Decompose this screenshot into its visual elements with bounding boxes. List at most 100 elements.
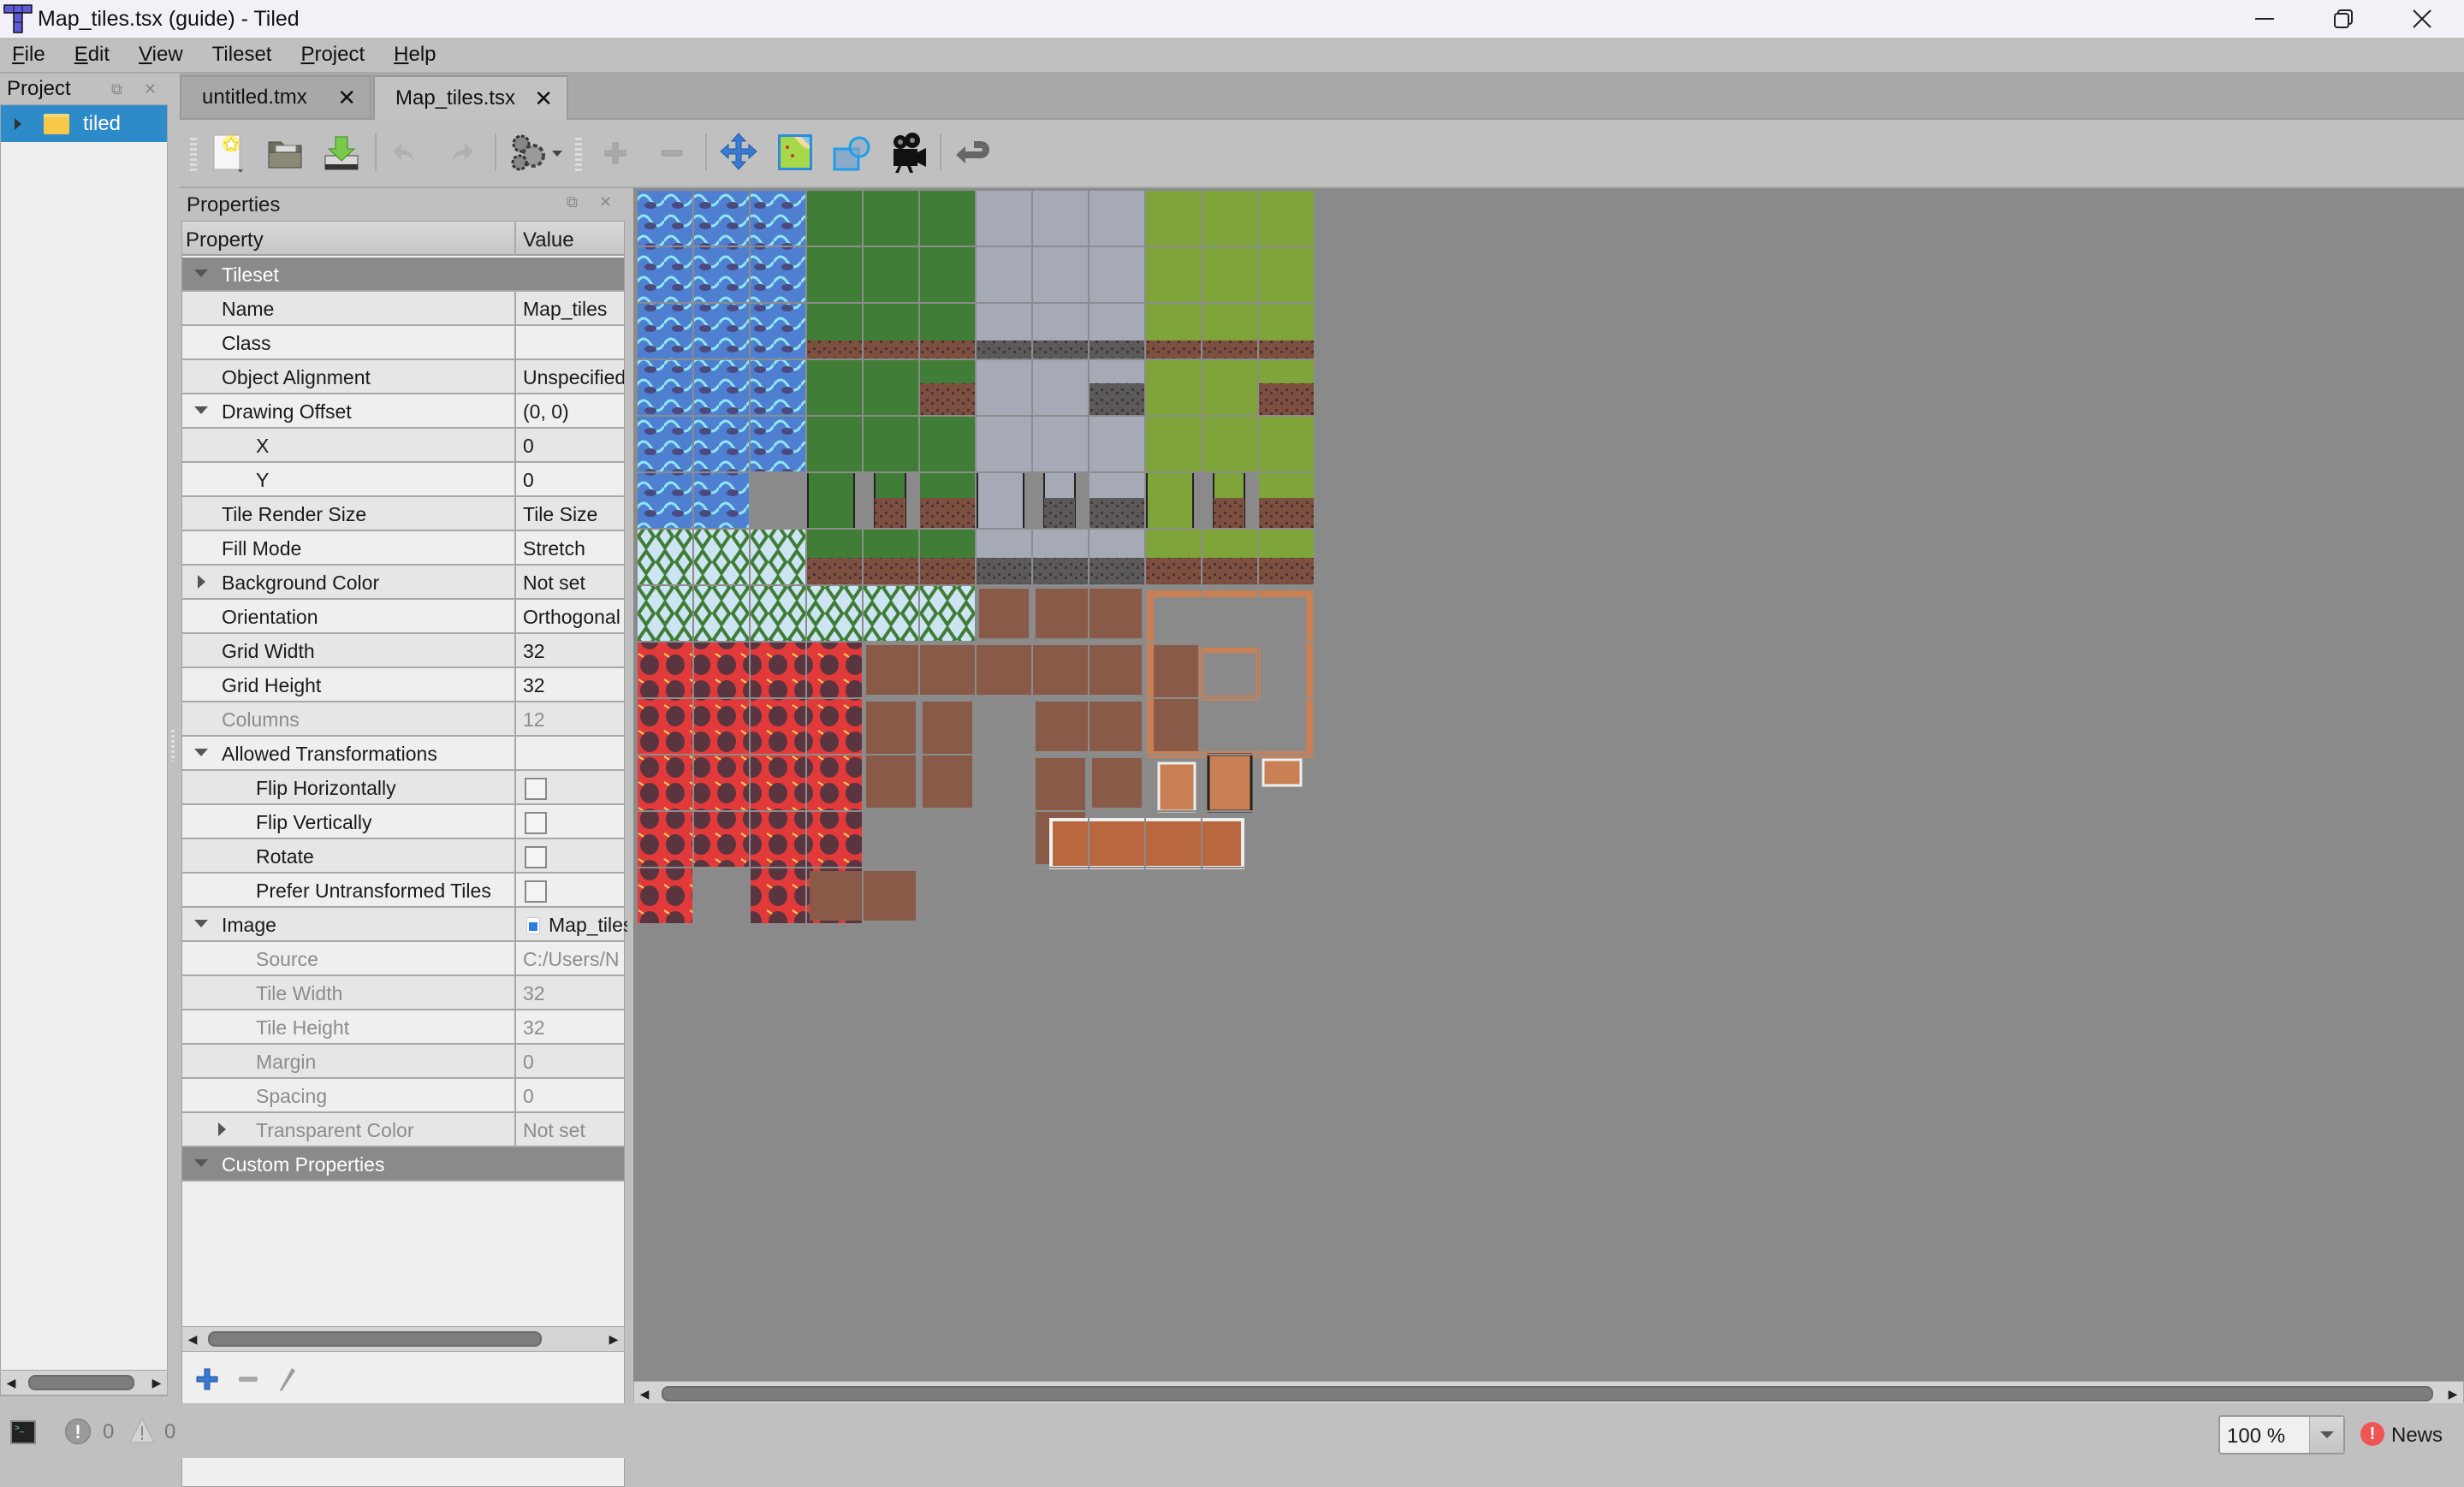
property-value[interactable]: Map_tiles: [523, 298, 624, 321]
grass-dark-tiles-edge[interactable]: [919, 383, 976, 416]
tileset-view[interactable]: [633, 188, 2464, 1384]
stone-tiles-edge[interactable]: [1044, 498, 1075, 529]
property-row[interactable]: Class: [182, 326, 624, 360]
property-value[interactable]: Stretch: [523, 537, 624, 560]
property-row[interactable]: Tile Width 32: [182, 976, 624, 1010]
property-row[interactable]: Flip Horizontally: [182, 771, 624, 805]
zoom-combobox[interactable]: 100 %: [2218, 1415, 2345, 1454]
tileset-properties-button[interactable]: [507, 130, 567, 176]
chevron-down-icon[interactable]: [2309, 1417, 2343, 1453]
menu-file[interactable]: File: [12, 43, 45, 67]
property-group-row[interactable]: Tileset: [182, 258, 624, 292]
grass-light-tiles[interactable]: [1146, 471, 1194, 530]
dynamic-wrapping-button[interactable]: [715, 130, 762, 176]
property-row[interactable]: Background Color Not set: [182, 566, 624, 600]
property-value[interactable]: 32: [523, 640, 624, 663]
grass-dark-tiles-edge[interactable]: [806, 341, 976, 359]
edit-terrain-button[interactable]: [772, 130, 818, 176]
toolbar-grip[interactable]: [190, 135, 197, 173]
new-file-button[interactable]: [205, 130, 252, 176]
property-row[interactable]: Tile Render Size Tile Size: [182, 497, 624, 531]
property-row[interactable]: Orientation Orthogonal: [182, 600, 624, 634]
tab-map-tiles-tsx[interactable]: Map_tiles.tsx ✕: [373, 75, 568, 120]
news-alert-icon[interactable]: !: [2360, 1422, 2384, 1446]
empty-tile[interactable]: [693, 868, 750, 924]
property-value[interactable]: 32: [523, 674, 624, 697]
rename-property-button[interactable]: [269, 1362, 303, 1396]
collapse-arrow-icon[interactable]: [194, 406, 208, 414]
property-checkbox[interactable]: [525, 778, 547, 800]
scroll-thumb[interactable]: [208, 1331, 542, 1347]
property-value[interactable]: Unspecified: [523, 366, 624, 389]
column-header-value[interactable]: Value: [523, 228, 574, 252]
property-row[interactable]: Transparent Color Not set: [182, 1113, 624, 1147]
edit-collision-button[interactable]: [828, 130, 875, 176]
error-icon[interactable]: !: [65, 1419, 91, 1444]
minimize-button[interactable]: [2225, 0, 2304, 38]
stone-tiles-edge[interactable]: [1089, 383, 1145, 416]
property-row[interactable]: Columns 12: [182, 702, 624, 737]
property-row[interactable]: Tile Height 32: [182, 1010, 624, 1045]
menu-edit[interactable]: Edit: [74, 43, 110, 67]
property-row[interactable]: Prefer Untransformed Tiles: [182, 874, 624, 908]
stone-tiles[interactable]: [975, 190, 1146, 360]
property-row[interactable]: Margin 0: [182, 1045, 624, 1079]
toolbar-grip[interactable]: [575, 135, 582, 173]
property-row[interactable]: X0: [182, 429, 624, 463]
scroll-thumb[interactable]: [28, 1375, 134, 1390]
float-panel-button[interactable]: ⧉: [111, 80, 122, 98]
property-value[interactable]: 0: [523, 469, 624, 492]
grass-dark-tiles[interactable]: [805, 190, 977, 360]
warning-icon[interactable]: [128, 1417, 156, 1444]
collapse-arrow-icon[interactable]: [194, 270, 208, 277]
panel-splitter[interactable]: [171, 727, 175, 761]
grass-light-tiles[interactable]: [1144, 190, 1315, 360]
property-value[interactable]: 0: [523, 1085, 624, 1108]
property-value[interactable]: 12: [523, 708, 624, 732]
collapse-arrow-icon[interactable]: [194, 920, 208, 927]
grass-dark-tiles-edge[interactable]: [919, 498, 976, 529]
path-tile[interactable]: [979, 589, 1029, 638]
property-value[interactable]: C:/Users/N: [523, 948, 624, 971]
property-row[interactable]: Allowed Transformations: [182, 737, 624, 771]
expand-arrow-icon[interactable]: [218, 1123, 226, 1136]
property-row[interactable]: Spacing 0: [182, 1079, 624, 1113]
remove-property-button[interactable]: [231, 1362, 265, 1396]
bridge-end-tile[interactable]: [1262, 758, 1303, 787]
tree-item-tiled[interactable]: tiled: [1, 105, 167, 142]
back-button[interactable]: [950, 130, 996, 176]
scroll-right-arrow[interactable]: ▶: [146, 1371, 167, 1395]
stone-tiles[interactable]: [977, 471, 1024, 530]
tab-untitled-tmx[interactable]: untitled.tmx ✕: [180, 75, 371, 120]
property-value[interactable]: 32: [523, 1016, 624, 1040]
close-tab-icon[interactable]: ✕: [337, 85, 356, 111]
property-row[interactable]: Source C:/Users/N: [182, 942, 624, 976]
scroll-right-arrow[interactable]: ▶: [603, 1327, 624, 1351]
save-file-button[interactable]: [318, 130, 365, 176]
property-value[interactable]: 32: [523, 982, 624, 1005]
scroll-left-arrow[interactable]: ◀: [634, 1382, 655, 1406]
project-tree[interactable]: tiled ◀ ▶: [0, 104, 168, 1396]
property-value[interactable]: Not set: [523, 1119, 624, 1142]
property-checkbox[interactable]: [525, 880, 547, 903]
property-group-row[interactable]: Custom Properties: [182, 1147, 624, 1182]
stone-tiles-edge[interactable]: [976, 558, 1145, 585]
collapse-arrow-icon[interactable]: [194, 1159, 208, 1167]
expand-arrow-icon[interactable]: [15, 117, 21, 130]
property-value[interactable]: Tile Size: [523, 503, 624, 526]
add-property-button[interactable]: [190, 1362, 224, 1396]
property-checkbox[interactable]: [525, 812, 547, 834]
property-value[interactable]: Not set: [523, 572, 624, 595]
property-row[interactable]: Y0: [182, 463, 624, 497]
redo-button[interactable]: [438, 130, 484, 176]
property-value[interactable]: (0, 0): [523, 400, 624, 424]
vine-tiles[interactable]: [637, 529, 806, 585]
grass-light-tiles-edge[interactable]: [1258, 498, 1315, 529]
path-tile[interactable]: [1092, 758, 1142, 808]
menu-view[interactable]: View: [139, 43, 183, 67]
path-tile[interactable]: [866, 645, 1142, 695]
restore-button[interactable]: [2304, 0, 2383, 38]
menu-help[interactable]: Help: [394, 43, 436, 67]
property-row[interactable]: Grid Height 32: [182, 668, 624, 702]
grass-light-tiles-edge[interactable]: [1258, 383, 1315, 416]
